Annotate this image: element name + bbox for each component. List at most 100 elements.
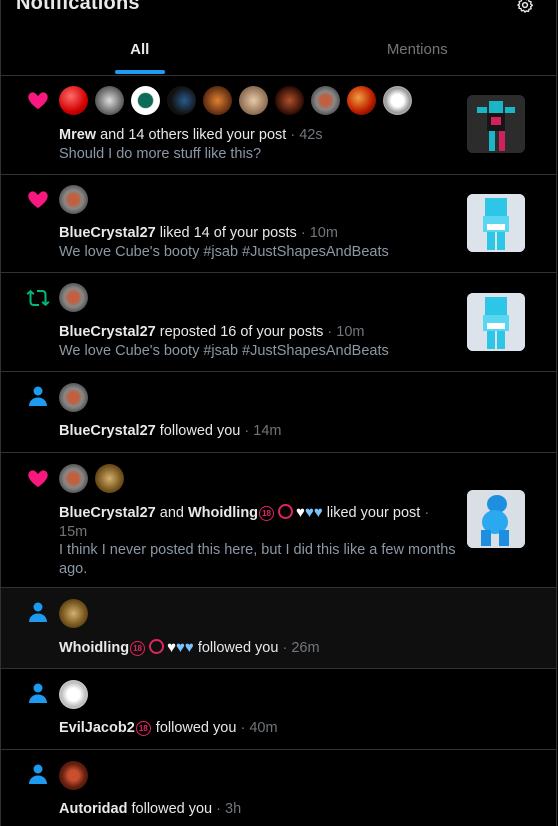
tab-bar: All Mentions [1,30,556,76]
actor-name-2[interactable]: Whoidling [188,505,258,521]
actor-name[interactable]: BlueCrystal27 [59,505,156,521]
notification-row[interactable]: BlueCrystal27 followed you · 14m [1,372,556,453]
robot-figure-image [467,95,525,153]
avatar[interactable] [131,86,160,115]
post-thumbnail[interactable] [467,194,525,252]
timestamp[interactable]: 42s [299,127,322,143]
actor-name[interactable]: EvilJacob2 [59,720,135,736]
timestamp[interactable]: 3h [225,801,241,817]
repost-icon [26,289,50,307]
eighteen-badge-icon: 18 [135,721,151,736]
avatar[interactable] [59,86,88,115]
tab-mentions[interactable]: Mentions [279,30,557,76]
avatar-stack [59,761,88,790]
notification-row[interactable]: BlueCrystal27 liked 14 of your posts · 1… [1,175,556,273]
avatar[interactable] [347,86,376,115]
white-heart-icon: ♥ [296,504,305,521]
avatar[interactable] [239,86,268,115]
tab-all[interactable]: All [1,30,279,76]
avatar-stack [59,283,88,312]
actor-name[interactable]: BlueCrystal27 [59,324,156,340]
avatar-stack [59,464,124,493]
person-icon [29,386,47,406]
cube-character-image [467,293,525,351]
avatar[interactable] [95,464,124,493]
action-text: followed you [197,640,279,656]
avatar-stack [59,185,88,214]
actor-name[interactable]: BlueCrystal27 [59,225,156,241]
separator: · [300,225,306,241]
notification-row[interactable]: Autoridad followed you · 3h [1,750,556,826]
avatar-stack [59,680,88,709]
notification-row[interactable]: Whoidling 18 ♥♥♥ followed you · 26m [1,588,556,669]
actor-name[interactable]: Mrew [59,127,96,143]
actor-name[interactable]: Whoidling [59,640,129,656]
actor-name[interactable]: BlueCrystal27 [59,423,156,439]
timestamp[interactable]: 10m [336,324,364,340]
heart-icon [28,191,48,208]
tab-all-label: All [130,41,150,58]
notifications-header: Notifications All Mentions [1,0,556,76]
timestamp[interactable]: 15m [59,524,87,540]
timestamp[interactable]: 14m [253,423,281,439]
avatar[interactable] [95,86,124,115]
actor-name[interactable]: Autoridad [59,801,127,817]
blue-heart-icon: ♥ [184,639,194,656]
avatar[interactable] [59,680,88,709]
settings-gear-icon[interactable] [516,0,534,14]
notification-row[interactable]: EvilJacob2 18 followed you · 40m [1,669,556,750]
avatar[interactable] [59,599,88,628]
action-text: followed you [131,801,213,817]
separator: · [424,505,430,521]
notification-row[interactable]: BlueCrystal27 and Whoidling 18 ♥♥♥ liked y… [1,453,556,588]
separator: · [282,640,288,656]
heart-icon [28,92,48,109]
avatar[interactable] [203,86,232,115]
person-icon [29,683,47,703]
blue-heart-icon: ♥ [175,639,185,656]
separator: · [327,324,333,340]
timestamp[interactable]: 26m [291,640,319,656]
action-text: liked 14 of your posts [159,225,297,241]
notification-text: Autoridad followed you · 3h [59,800,456,819]
avatar[interactable] [311,86,340,115]
notification-row[interactable]: Mrew and 14 others liked your post · 42s… [1,76,556,175]
action-text: reposted 16 of your posts [159,324,324,340]
red-ring-icon [149,639,165,654]
person-icon [29,764,47,784]
avatar-stack [59,383,88,412]
notification-text: BlueCrystal27 followed you · 14m [59,422,456,441]
avatar[interactable] [59,185,88,214]
red-ring-icon [278,504,294,519]
notification-row[interactable]: BlueCrystal27 reposted 16 of your posts … [1,273,556,372]
notification-text: BlueCrystal27 and Whoidling 18 ♥♥♥ liked y… [59,503,456,542]
post-snippet: We love Cube's booty #jsab #JustShapesAn… [59,343,389,359]
separator: · [216,801,221,817]
avatar[interactable] [167,86,196,115]
notification-text: EvilJacob2 18 followed you · 40m [59,719,456,738]
eighteen-badge-icon: 18 [259,506,275,521]
cube-character-image [467,194,525,252]
post-thumbnail[interactable] [467,95,525,153]
separator: · [244,423,250,439]
avatar[interactable] [59,761,88,790]
post-thumbnail[interactable] [467,490,525,548]
avatar[interactable] [275,86,304,115]
action-text: and 14 others liked your post [100,127,287,143]
post-thumbnail[interactable] [467,293,525,351]
avatar[interactable] [59,283,88,312]
timestamp[interactable]: 40m [249,720,277,736]
action-text: followed you [159,423,241,439]
notification-text: Mrew and 14 others liked your post · 42s [59,126,456,145]
page-title: Notifications [16,0,140,14]
post-snippet: Should I do more stuff like this? [59,146,262,162]
action-text: followed you [155,720,237,736]
post-snippet: We love Cube's booty #jsab #JustShapesAn… [59,244,389,260]
separator: · [290,127,296,143]
avatar[interactable] [59,464,88,493]
avatar[interactable] [59,383,88,412]
tab-mentions-label: Mentions [386,41,448,58]
timestamp[interactable]: 10m [310,225,338,241]
avatar[interactable] [383,86,412,115]
blue-heart-icon: ♥ [313,504,323,521]
